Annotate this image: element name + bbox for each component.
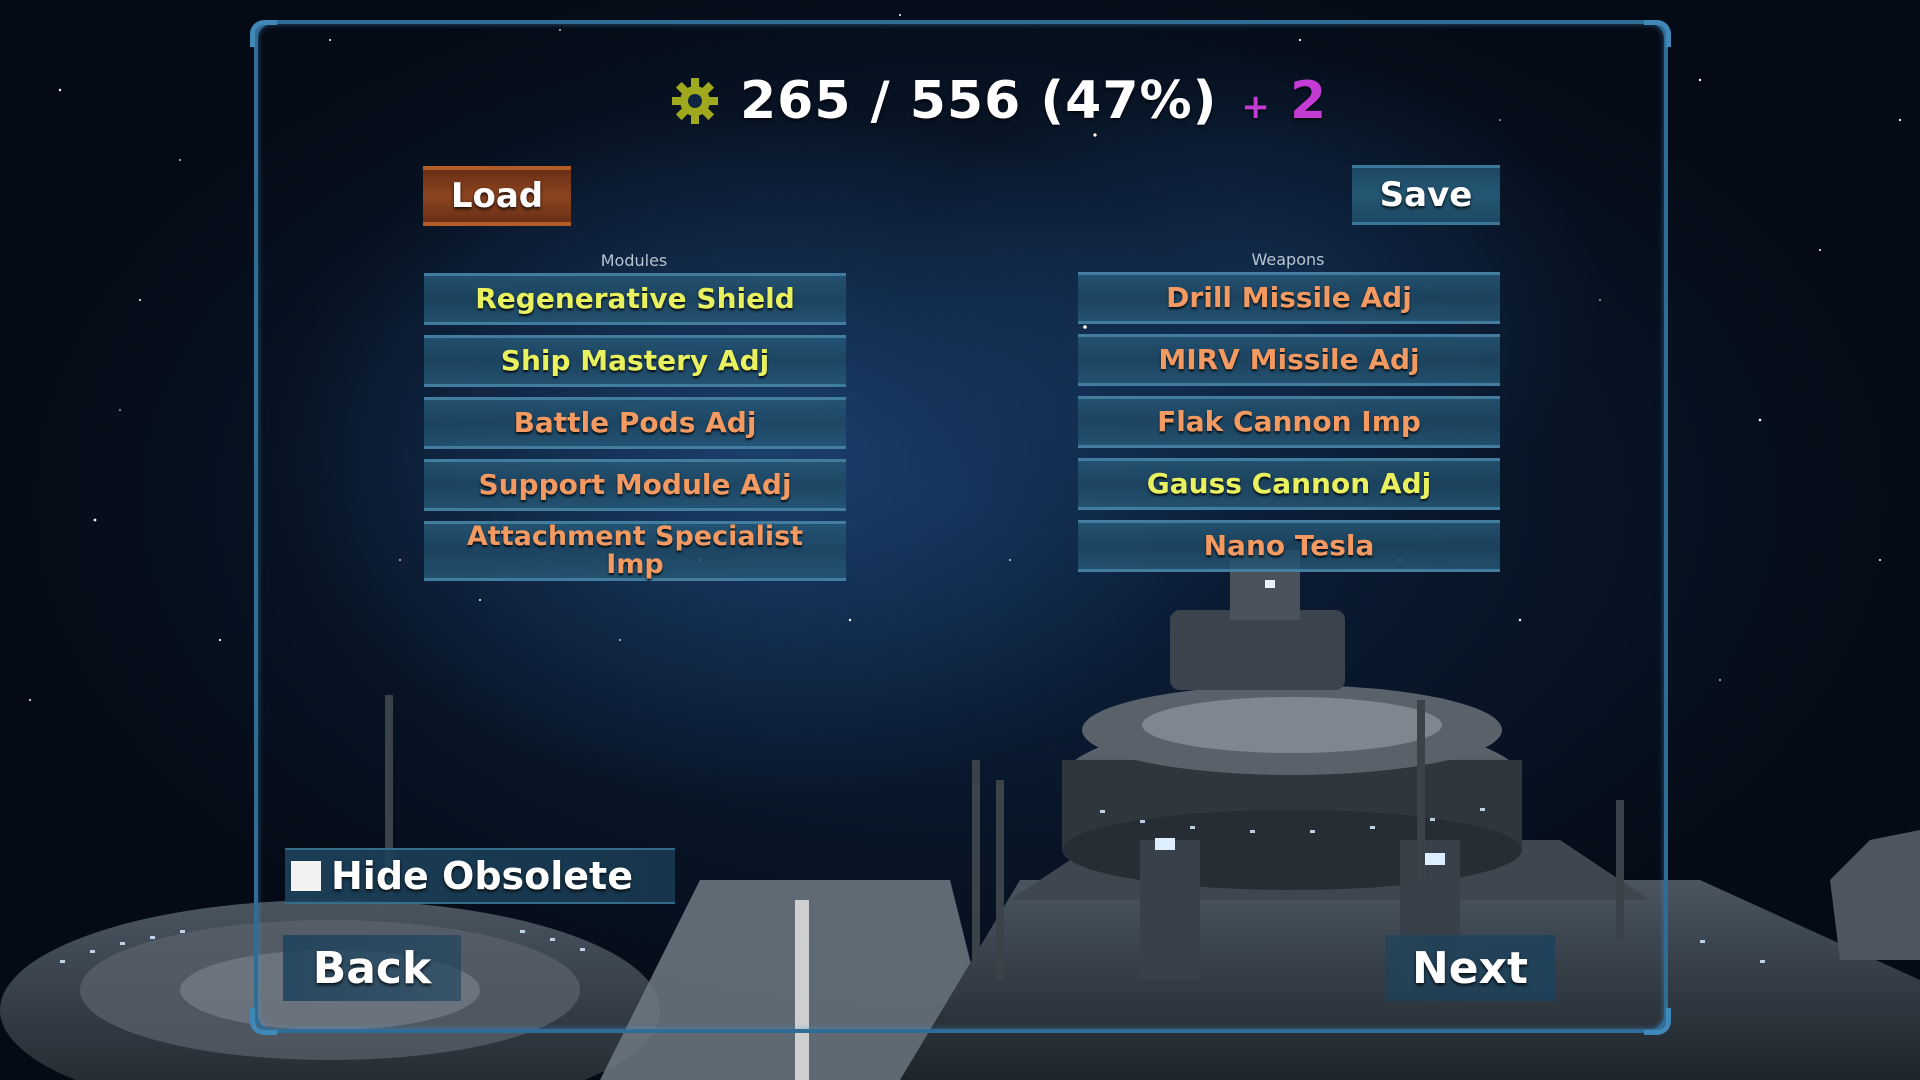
next-button[interactable]: Next [1385,935,1555,1001]
module-item[interactable]: Regenerative Shield [424,273,846,325]
weapon-item-label: Nano Tesla [1203,529,1375,562]
hide-obsolete-checkbox[interactable] [291,861,321,891]
progress-text: 265 / 556 (47%) [740,71,1218,131]
plus-icon: + [1241,87,1271,127]
weapon-item[interactable]: Nano Tesla [1078,520,1500,572]
module-item-label: Ship Mastery Adj [500,344,770,377]
frame-corner-bottom-right [1644,1008,1671,1035]
weapons-list: Drill Missile Adj MIRV Missile Adj Flak … [1078,272,1500,582]
frame-corner-top-left [250,20,277,47]
bonus-indicator: + 2 [1237,71,1327,131]
research-progress-header: 265 / 556 (47%) + 2 [670,66,1327,136]
module-item-label: Support Module Adj [478,468,792,501]
weapons-column-title: Weapons [1251,250,1325,269]
bonus-value: 2 [1290,71,1328,131]
save-button[interactable]: Save [1352,165,1500,225]
module-item-label: Attachment Specialist Imp [466,521,804,580]
weapon-item-label: MIRV Missile Adj [1158,343,1420,376]
modules-column-title: Modules [600,251,668,270]
weapon-item[interactable]: Gauss Cannon Adj [1078,458,1500,510]
weapon-item[interactable]: MIRV Missile Adj [1078,334,1500,386]
module-item-label: Regenerative Shield [475,282,795,315]
modules-list: Regenerative Shield Ship Mastery Adj Bat… [424,273,846,591]
gear-icon [672,78,718,124]
back-button[interactable]: Back [283,935,461,1001]
hide-obsolete-toggle[interactable]: Hide Obsolete [285,848,675,904]
module-item-label: Battle Pods Adj [513,406,757,439]
load-button[interactable]: Load [423,166,571,226]
weapon-item[interactable]: Drill Missile Adj [1078,272,1500,324]
weapon-item-label: Drill Missile Adj [1166,281,1412,314]
module-item[interactable]: Support Module Adj [424,459,846,511]
weapon-item-label: Gauss Cannon Adj [1146,467,1432,500]
frame-corner-bottom-left [250,1008,277,1035]
module-item[interactable]: Battle Pods Adj [424,397,846,449]
frame-corner-top-right [1644,20,1671,47]
hide-obsolete-label: Hide Obsolete [331,854,633,898]
weapon-item-label: Flak Cannon Imp [1157,405,1421,438]
module-item[interactable]: Attachment Specialist Imp [424,521,846,581]
weapon-item[interactable]: Flak Cannon Imp [1078,396,1500,448]
module-item[interactable]: Ship Mastery Adj [424,335,846,387]
